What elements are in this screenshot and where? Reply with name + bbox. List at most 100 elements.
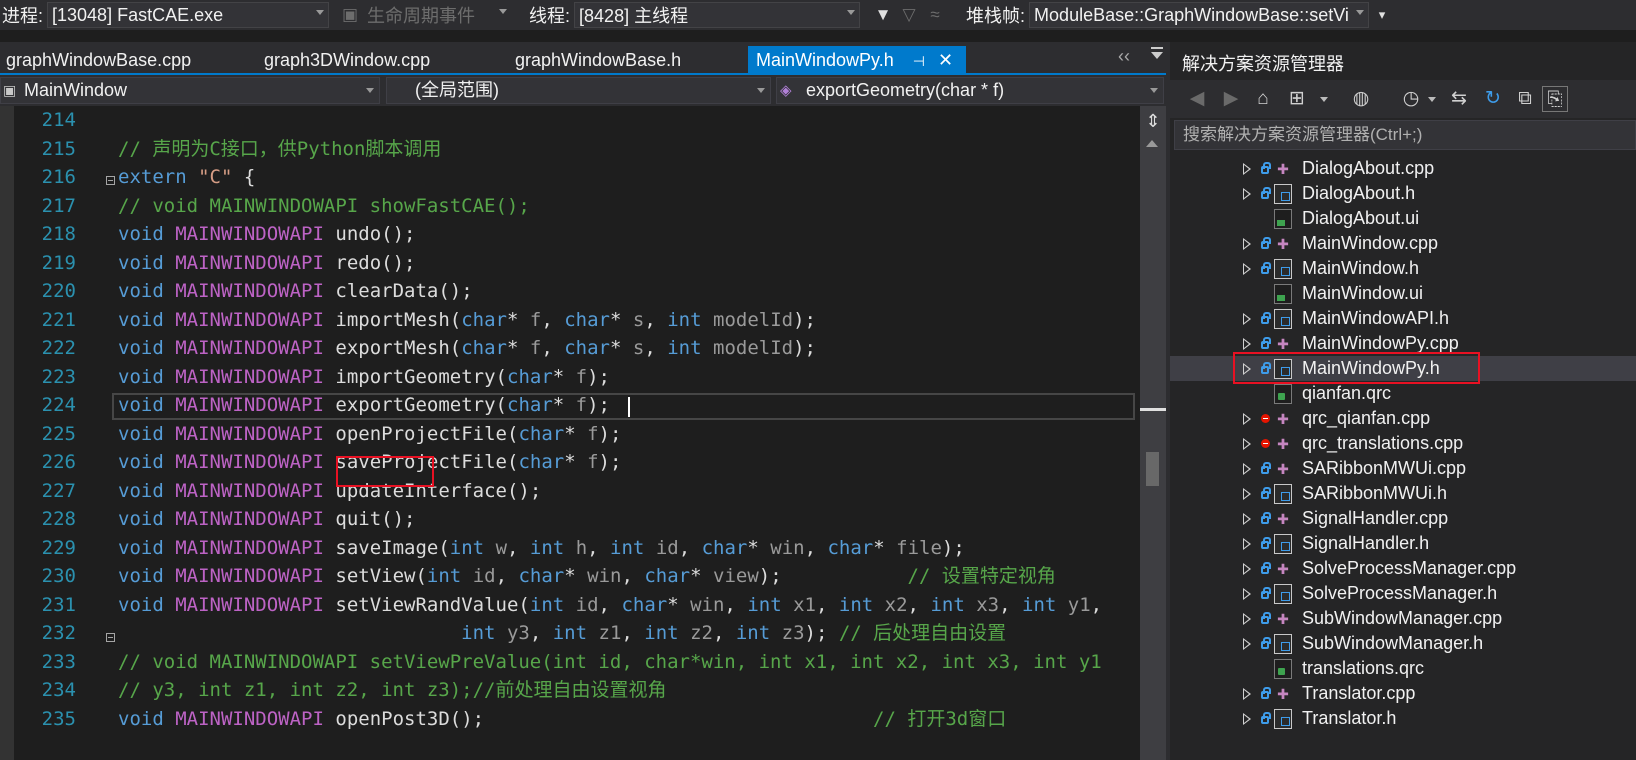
project-scope-dropdown[interactable]: ▣ MainWindow	[0, 77, 380, 104]
tab-list-dropdown-icon[interactable]	[1150, 47, 1164, 61]
sync-icon[interactable]: ⇆	[1446, 86, 1472, 112]
show-all-files-icon[interactable]: ⎘	[1542, 86, 1568, 112]
code-line[interactable]: // void MAINWINDOWAPI setViewPreValue(in…	[118, 648, 1102, 677]
tree-item[interactable]: SolveProcessManager.h	[1170, 581, 1636, 606]
code-line[interactable]: void MAINWINDOWAPI importGeometry(char* …	[118, 363, 610, 392]
tree-item[interactable]: ✚ SolveProcessManager.cpp	[1170, 556, 1636, 581]
expand-arrow-icon[interactable]	[1243, 538, 1251, 550]
tree-item[interactable]: ✚ Translator.cpp	[1170, 681, 1636, 706]
tree-item[interactable]: ✚ MainWindow.cpp	[1170, 231, 1636, 256]
code-line[interactable]: void MAINWINDOWAPI redo();	[118, 249, 415, 278]
tree-item[interactable]: Translator.h	[1170, 706, 1636, 731]
switch-views-icon[interactable]: ⊞	[1284, 86, 1310, 112]
code-editor[interactable]: 214 215 216 217 218 219 220 221 222 223 224 225 226 2…	[0, 106, 1140, 760]
lifecycle-events-combo[interactable]: 生命周期事件	[363, 2, 511, 28]
expand-arrow-icon[interactable]	[1243, 613, 1251, 625]
tree-item[interactable]: DialogAbout.h	[1170, 181, 1636, 206]
scrollbar-thumb[interactable]	[1146, 452, 1159, 486]
code-line[interactable]: // 声明为C接口，供Python脚本调用	[118, 135, 441, 164]
code-line[interactable]: void MAINWINDOWAPI openProjectFile(char*…	[118, 420, 621, 449]
thread-combo[interactable]: [8428] 主线程	[574, 2, 861, 28]
code-line[interactable]: void MAINWINDOWAPI importMesh(char* f, c…	[118, 306, 816, 335]
expand-arrow-icon[interactable]	[1243, 188, 1251, 200]
home-icon[interactable]: ⌂	[1250, 86, 1276, 112]
code-line[interactable]: void MAINWINDOWAPI undo();	[118, 220, 415, 249]
code-line[interactable]: void MAINWINDOWAPI updateInterface();	[118, 477, 541, 506]
refresh-icon[interactable]: ↻	[1480, 86, 1506, 112]
pending-changes-icon[interactable]: ◷	[1398, 86, 1424, 112]
tab-graph3dwindow-cpp[interactable]: graph3DWindow.cpp	[258, 46, 436, 75]
code-line[interactable]: void MAINWINDOWAPI quit();	[118, 505, 415, 534]
pin-icon[interactable]: ⊣	[913, 53, 925, 69]
split-window-icon[interactable]: ⇕	[1142, 110, 1164, 132]
tab-scroll-left-icon[interactable]: ‹‹	[1118, 46, 1130, 67]
tab-graphwindowbase-cpp[interactable]: graphWindowBase.cpp	[0, 46, 197, 75]
tree-item[interactable]: ✚ qrc_qianfan.cpp	[1170, 406, 1636, 431]
code-line[interactable]: // void MAINWINDOWAPI showFastCAE();	[118, 192, 530, 221]
tree-item[interactable]: SignalHandler.h	[1170, 531, 1636, 556]
tree-item[interactable]: DialogAbout.ui	[1170, 206, 1636, 231]
editor-vertical-scrollbar[interactable]	[1140, 106, 1166, 760]
tree-item[interactable]: ✚ SARibbonMWUi.cpp	[1170, 456, 1636, 481]
code-line[interactable]: void MAINWINDOWAPI setView(int id, char*…	[118, 562, 1056, 591]
tree-item[interactable]: translations.qrc	[1170, 656, 1636, 681]
tree-item[interactable]: MainWindowAPI.h	[1170, 306, 1636, 331]
tree-item[interactable]: SubWindowManager.h	[1170, 631, 1636, 656]
tree-item[interactable]: ✚ qrc_translations.cpp	[1170, 431, 1636, 456]
scroll-up-icon[interactable]	[1146, 140, 1158, 147]
expand-arrow-icon[interactable]	[1243, 488, 1251, 500]
fold-toggle-icon[interactable]	[106, 633, 115, 642]
tree-item[interactable]: MainWindow.ui	[1170, 281, 1636, 306]
code-line[interactable]: void MAINWINDOWAPI openPost3D(); // 打开3d…	[118, 705, 1006, 734]
tree-item[interactable]: MainWindow.h	[1170, 256, 1636, 281]
expand-arrow-icon[interactable]	[1243, 463, 1251, 475]
process-combo[interactable]: [13048] FastCAE.exe	[47, 2, 330, 28]
stack-frame-combo[interactable]: ModuleBase::GraphWindowBase::setVi	[1029, 2, 1370, 28]
tree-item[interactable]: qianfan.qrc	[1170, 381, 1636, 406]
filter-icon[interactable]: ▼	[870, 2, 896, 28]
chevron-down-icon[interactable]	[1320, 97, 1328, 102]
back-icon[interactable]: ◀	[1184, 86, 1210, 112]
solution-search-input[interactable]: 搜索解决方案资源管理器(Ctrl+;)	[1174, 120, 1636, 150]
tree-item[interactable]: ✚ DialogAbout.cpp	[1170, 156, 1636, 181]
toolbar-overflow-icon[interactable]: ▾	[1369, 2, 1395, 28]
member-dropdown[interactable]: ◈ exportGeometry(char * f)	[776, 77, 1164, 104]
tab-graphwindowbase-h[interactable]: graphWindowBase.h	[509, 46, 687, 75]
expand-arrow-icon[interactable]	[1243, 438, 1251, 450]
tree-item[interactable]: ✚ SubWindowManager.cpp	[1170, 606, 1636, 631]
expand-arrow-icon[interactable]	[1243, 263, 1251, 275]
filter-clear-icon[interactable]: ▽	[896, 2, 922, 28]
indicator-margin[interactable]	[0, 106, 14, 760]
chevron-down-icon	[1356, 10, 1365, 15]
code-line[interactable]: // y3, int z1, int z2, int z3);//前处理自由设置…	[118, 676, 667, 705]
code-line[interactable]: extern "C" {	[118, 163, 255, 192]
thread-flag-icon[interactable]: ≈	[922, 2, 948, 28]
expand-arrow-icon[interactable]	[1243, 313, 1251, 325]
expand-arrow-icon[interactable]	[1243, 163, 1251, 175]
type-scope-dropdown[interactable]: (全局范围)	[386, 77, 771, 104]
tree-item-label: qrc_qianfan.cpp	[1302, 408, 1431, 428]
expand-arrow-icon[interactable]	[1243, 513, 1251, 525]
tree-item[interactable]: SARibbonMWUi.h	[1170, 481, 1636, 506]
globe-icon[interactable]: ◍	[1348, 86, 1374, 112]
expand-arrow-icon[interactable]	[1243, 338, 1251, 350]
chevron-down-icon[interactable]	[1428, 97, 1436, 102]
expand-arrow-icon[interactable]	[1243, 563, 1251, 575]
expand-arrow-icon[interactable]	[1243, 588, 1251, 600]
code-line[interactable]: void MAINWINDOWAPI saveImage(int w, int …	[118, 534, 965, 563]
code-line[interactable]: void MAINWINDOWAPI setViewRandValue(int …	[118, 591, 1102, 620]
close-icon[interactable]: ✕	[938, 50, 953, 70]
expand-arrow-icon[interactable]	[1243, 638, 1251, 650]
tab-mainwindowpy-h[interactable]: MainWindowPy.h ⊣ ✕	[748, 46, 966, 75]
forward-icon[interactable]: ▶	[1218, 86, 1244, 112]
fold-toggle-icon[interactable]	[106, 176, 115, 185]
expand-arrow-icon[interactable]	[1243, 413, 1251, 425]
code-line[interactable]: int y3, int z1, int z2, int z3); // 后处理自…	[118, 619, 1006, 648]
expand-arrow-icon[interactable]	[1243, 688, 1251, 700]
code-line[interactable]: void MAINWINDOWAPI exportMesh(char* f, c…	[118, 334, 816, 363]
tree-item[interactable]: ✚ SignalHandler.cpp	[1170, 506, 1636, 531]
expand-arrow-icon[interactable]	[1243, 238, 1251, 250]
expand-arrow-icon[interactable]	[1243, 713, 1251, 725]
code-line[interactable]: void MAINWINDOWAPI clearData();	[118, 277, 473, 306]
collapse-all-icon[interactable]: ⧉	[1512, 86, 1538, 112]
